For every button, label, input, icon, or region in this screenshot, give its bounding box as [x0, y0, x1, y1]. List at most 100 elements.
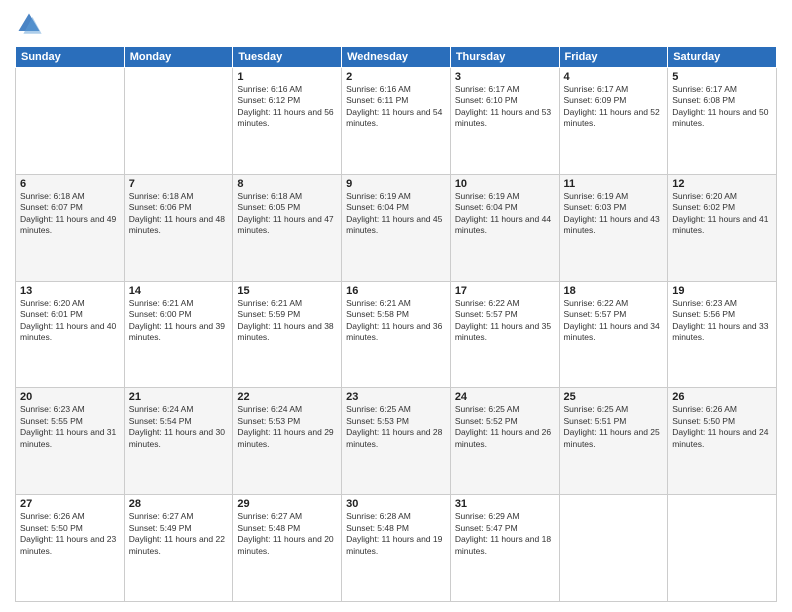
calendar-row: 20Sunrise: 6:23 AMSunset: 5:55 PMDayligh… [16, 388, 777, 495]
day-info: Sunrise: 6:19 AMSunset: 6:03 PMDaylight:… [564, 191, 664, 237]
day-number: 12 [672, 178, 772, 190]
calendar-cell: 6Sunrise: 6:18 AMSunset: 6:07 PMDaylight… [16, 174, 125, 281]
calendar-row: 1Sunrise: 6:16 AMSunset: 6:12 PMDaylight… [16, 68, 777, 175]
day-info: Sunrise: 6:28 AMSunset: 5:48 PMDaylight:… [346, 511, 446, 557]
calendar-cell: 22Sunrise: 6:24 AMSunset: 5:53 PMDayligh… [233, 388, 342, 495]
day-number: 23 [346, 391, 446, 403]
calendar-cell: 18Sunrise: 6:22 AMSunset: 5:57 PMDayligh… [559, 281, 668, 388]
day-info: Sunrise: 6:23 AMSunset: 5:55 PMDaylight:… [20, 404, 120, 450]
day-info: Sunrise: 6:17 AMSunset: 6:10 PMDaylight:… [455, 84, 555, 130]
day-number: 30 [346, 498, 446, 510]
day-number: 1 [237, 71, 337, 83]
day-info: Sunrise: 6:18 AMSunset: 6:06 PMDaylight:… [129, 191, 229, 237]
day-number: 9 [346, 178, 446, 190]
header [15, 10, 777, 38]
day-number: 6 [20, 178, 120, 190]
calendar-cell: 16Sunrise: 6:21 AMSunset: 5:58 PMDayligh… [342, 281, 451, 388]
day-number: 25 [564, 391, 664, 403]
day-info: Sunrise: 6:21 AMSunset: 5:59 PMDaylight:… [237, 298, 337, 344]
calendar-cell: 17Sunrise: 6:22 AMSunset: 5:57 PMDayligh… [450, 281, 559, 388]
day-info: Sunrise: 6:29 AMSunset: 5:47 PMDaylight:… [455, 511, 555, 557]
calendar-cell [124, 68, 233, 175]
calendar-cell: 23Sunrise: 6:25 AMSunset: 5:53 PMDayligh… [342, 388, 451, 495]
calendar-cell: 5Sunrise: 6:17 AMSunset: 6:08 PMDaylight… [668, 68, 777, 175]
day-number: 26 [672, 391, 772, 403]
day-info: Sunrise: 6:22 AMSunset: 5:57 PMDaylight:… [564, 298, 664, 344]
col-header-tuesday: Tuesday [233, 47, 342, 68]
day-info: Sunrise: 6:19 AMSunset: 6:04 PMDaylight:… [346, 191, 446, 237]
day-info: Sunrise: 6:22 AMSunset: 5:57 PMDaylight:… [455, 298, 555, 344]
calendar-cell: 30Sunrise: 6:28 AMSunset: 5:48 PMDayligh… [342, 495, 451, 602]
calendar-cell: 12Sunrise: 6:20 AMSunset: 6:02 PMDayligh… [668, 174, 777, 281]
day-number: 29 [237, 498, 337, 510]
calendar-header-row: SundayMondayTuesdayWednesdayThursdayFrid… [16, 47, 777, 68]
day-number: 5 [672, 71, 772, 83]
day-number: 27 [20, 498, 120, 510]
day-info: Sunrise: 6:25 AMSunset: 5:51 PMDaylight:… [564, 404, 664, 450]
day-info: Sunrise: 6:18 AMSunset: 6:07 PMDaylight:… [20, 191, 120, 237]
day-info: Sunrise: 6:25 AMSunset: 5:53 PMDaylight:… [346, 404, 446, 450]
day-info: Sunrise: 6:26 AMSunset: 5:50 PMDaylight:… [20, 511, 120, 557]
calendar-cell: 4Sunrise: 6:17 AMSunset: 6:09 PMDaylight… [559, 68, 668, 175]
col-header-sunday: Sunday [16, 47, 125, 68]
calendar-cell: 8Sunrise: 6:18 AMSunset: 6:05 PMDaylight… [233, 174, 342, 281]
day-info: Sunrise: 6:26 AMSunset: 5:50 PMDaylight:… [672, 404, 772, 450]
day-info: Sunrise: 6:20 AMSunset: 6:01 PMDaylight:… [20, 298, 120, 344]
day-info: Sunrise: 6:24 AMSunset: 5:53 PMDaylight:… [237, 404, 337, 450]
calendar-cell: 31Sunrise: 6:29 AMSunset: 5:47 PMDayligh… [450, 495, 559, 602]
day-info: Sunrise: 6:20 AMSunset: 6:02 PMDaylight:… [672, 191, 772, 237]
day-number: 22 [237, 391, 337, 403]
day-number: 3 [455, 71, 555, 83]
calendar-cell: 10Sunrise: 6:19 AMSunset: 6:04 PMDayligh… [450, 174, 559, 281]
calendar-cell: 25Sunrise: 6:25 AMSunset: 5:51 PMDayligh… [559, 388, 668, 495]
calendar-cell: 29Sunrise: 6:27 AMSunset: 5:48 PMDayligh… [233, 495, 342, 602]
day-info: Sunrise: 6:21 AMSunset: 6:00 PMDaylight:… [129, 298, 229, 344]
calendar-row: 13Sunrise: 6:20 AMSunset: 6:01 PMDayligh… [16, 281, 777, 388]
day-number: 18 [564, 285, 664, 297]
col-header-friday: Friday [559, 47, 668, 68]
calendar-cell [16, 68, 125, 175]
calendar-cell: 15Sunrise: 6:21 AMSunset: 5:59 PMDayligh… [233, 281, 342, 388]
calendar-cell: 13Sunrise: 6:20 AMSunset: 6:01 PMDayligh… [16, 281, 125, 388]
day-info: Sunrise: 6:18 AMSunset: 6:05 PMDaylight:… [237, 191, 337, 237]
day-info: Sunrise: 6:21 AMSunset: 5:58 PMDaylight:… [346, 298, 446, 344]
calendar-cell: 2Sunrise: 6:16 AMSunset: 6:11 PMDaylight… [342, 68, 451, 175]
col-header-wednesday: Wednesday [342, 47, 451, 68]
day-info: Sunrise: 6:27 AMSunset: 5:48 PMDaylight:… [237, 511, 337, 557]
day-number: 15 [237, 285, 337, 297]
col-header-saturday: Saturday [668, 47, 777, 68]
calendar-cell: 26Sunrise: 6:26 AMSunset: 5:50 PMDayligh… [668, 388, 777, 495]
day-number: 8 [237, 178, 337, 190]
day-number: 13 [20, 285, 120, 297]
calendar-cell: 19Sunrise: 6:23 AMSunset: 5:56 PMDayligh… [668, 281, 777, 388]
logo [15, 10, 47, 38]
calendar-cell [559, 495, 668, 602]
day-number: 19 [672, 285, 772, 297]
calendar-row: 27Sunrise: 6:26 AMSunset: 5:50 PMDayligh… [16, 495, 777, 602]
calendar-table: SundayMondayTuesdayWednesdayThursdayFrid… [15, 46, 777, 602]
day-number: 28 [129, 498, 229, 510]
calendar-cell: 24Sunrise: 6:25 AMSunset: 5:52 PMDayligh… [450, 388, 559, 495]
day-number: 7 [129, 178, 229, 190]
day-number: 16 [346, 285, 446, 297]
calendar-cell: 11Sunrise: 6:19 AMSunset: 6:03 PMDayligh… [559, 174, 668, 281]
day-info: Sunrise: 6:25 AMSunset: 5:52 PMDaylight:… [455, 404, 555, 450]
calendar-cell: 20Sunrise: 6:23 AMSunset: 5:55 PMDayligh… [16, 388, 125, 495]
day-info: Sunrise: 6:17 AMSunset: 6:08 PMDaylight:… [672, 84, 772, 130]
calendar-cell: 1Sunrise: 6:16 AMSunset: 6:12 PMDaylight… [233, 68, 342, 175]
col-header-thursday: Thursday [450, 47, 559, 68]
day-number: 2 [346, 71, 446, 83]
day-info: Sunrise: 6:23 AMSunset: 5:56 PMDaylight:… [672, 298, 772, 344]
day-number: 14 [129, 285, 229, 297]
day-number: 20 [20, 391, 120, 403]
day-number: 11 [564, 178, 664, 190]
generalblue-logo-icon [15, 10, 43, 38]
calendar-cell: 14Sunrise: 6:21 AMSunset: 6:00 PMDayligh… [124, 281, 233, 388]
calendar-cell: 3Sunrise: 6:17 AMSunset: 6:10 PMDaylight… [450, 68, 559, 175]
col-header-monday: Monday [124, 47, 233, 68]
day-info: Sunrise: 6:19 AMSunset: 6:04 PMDaylight:… [455, 191, 555, 237]
day-number: 21 [129, 391, 229, 403]
day-number: 10 [455, 178, 555, 190]
day-info: Sunrise: 6:16 AMSunset: 6:11 PMDaylight:… [346, 84, 446, 130]
calendar-cell: 7Sunrise: 6:18 AMSunset: 6:06 PMDaylight… [124, 174, 233, 281]
